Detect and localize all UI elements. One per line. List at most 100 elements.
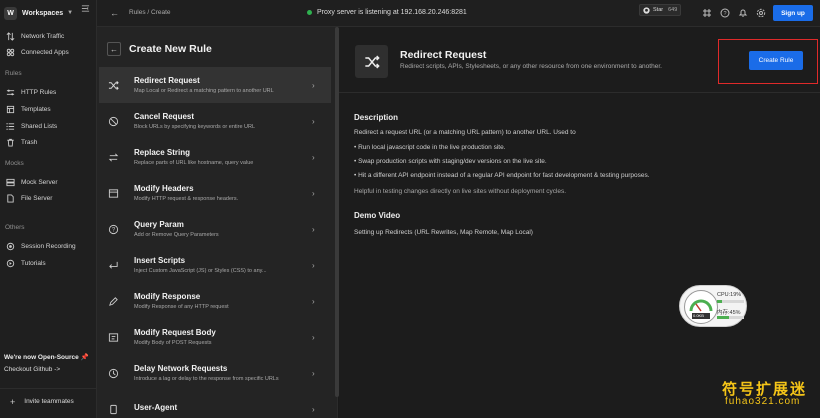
rule-name: Query Param	[134, 220, 184, 229]
shuffle-icon	[107, 79, 119, 91]
rule-desc: Block URLs by specifying keywords or ent…	[134, 124, 256, 130]
pin-icon: 📌	[80, 354, 89, 361]
chevron-right-icon: ›	[312, 332, 315, 342]
rule-name: User-Agent	[134, 403, 178, 412]
notification-icon[interactable]	[738, 8, 748, 18]
rule-item-modify-response[interactable]: Modify Response Modify Response of any HT…	[99, 283, 331, 319]
bullet-text: Hit a different API endpoint instead of …	[358, 172, 650, 179]
cpu-bar	[717, 300, 744, 303]
record-icon	[6, 242, 15, 251]
help-icon[interactable]: ?	[720, 8, 730, 18]
tutorial-icon	[6, 259, 15, 268]
checkout-github-link[interactable]: Checkout Github ->	[4, 366, 60, 373]
create-rule-button[interactable]: Create Rule	[749, 51, 803, 70]
block-icon	[107, 115, 119, 127]
shuffle-icon	[355, 45, 388, 78]
svg-text:?: ?	[723, 11, 726, 17]
rule-item-insert-scripts[interactable]: Insert Scripts Inject Custom JavaScript (…	[99, 247, 331, 283]
plus-icon: +	[10, 396, 16, 407]
bullet-text: Swap production scripts with staging/dev…	[358, 158, 547, 165]
template-icon	[6, 105, 15, 114]
status-dot-icon	[307, 10, 312, 15]
collapse-sidebar-icon[interactable]	[81, 4, 90, 13]
rule-item-user-agent[interactable]: User-Agent ›	[99, 391, 331, 418]
rule-desc: Map Local or Redirect a matching pattern…	[134, 88, 274, 94]
sidebar-item-label: Connected Apps	[21, 48, 69, 56]
back-arrow-icon[interactable]: ←	[110, 8, 119, 18]
detail-header: Redirect Request Redirect scripts, APIs,…	[339, 27, 820, 93]
star-label: Star	[653, 7, 664, 13]
rule-item-delay-network-requests[interactable]: Delay Network Requests Introduce a lag or…	[99, 355, 331, 391]
sidebar-item-label: File Server	[21, 194, 53, 202]
server-icon	[6, 178, 15, 187]
rule-name: Replace String	[134, 148, 191, 157]
gear-icon[interactable]	[756, 8, 766, 18]
rule-item-cancel-request[interactable]: Cancel Request Block URLs by specifying k…	[99, 103, 331, 139]
rule-desc: Inject Custom JavaScript (JS) or Styles …	[134, 268, 267, 274]
arrows-updown-icon	[6, 31, 15, 41]
demo-video-link[interactable]: Setting up Redirects (URL Rewrites, Map …	[354, 229, 533, 236]
rule-item-modify-request-body[interactable]: Modify Request Body Modify Body of POST R…	[99, 319, 331, 355]
list-icon	[6, 122, 15, 131]
code-icon	[107, 331, 119, 343]
rule-name: Insert Scripts	[134, 256, 186, 265]
cpu-bar-fill	[717, 300, 723, 303]
rule-item-modify-headers[interactable]: Modify Headers Modify HTTP request & resp…	[99, 175, 331, 211]
rule-item-redirect-request[interactable]: Redirect Request Map Local or Redirect a …	[99, 67, 331, 103]
pencil-icon	[107, 295, 119, 307]
sidebar-item-label: Shared Lists	[21, 122, 58, 130]
bullet-item: • Hit a different API endpoint instead o…	[354, 172, 650, 179]
sidebar-item-mock-server[interactable]: Mock Server	[6, 176, 57, 188]
workspace-badge: W	[4, 6, 17, 20]
window-icon	[107, 187, 119, 199]
sidebar-item-label: Session Recording	[21, 242, 76, 250]
open-source-text: We're now Open-Source	[4, 354, 79, 361]
sidebar-item-templates[interactable]: Templates	[6, 103, 51, 115]
invite-teammates-button[interactable]: + Invite teammates	[0, 388, 97, 414]
file-icon	[6, 193, 15, 203]
speed-label: 0.0KB	[693, 313, 704, 318]
slack-icon[interactable]	[702, 8, 712, 18]
invite-label: Invite teammates	[24, 398, 74, 405]
rule-desc: Modify HTTP request & response headers.	[134, 196, 239, 202]
sidebar-item-tutorials[interactable]: Tutorials	[6, 257, 46, 269]
sidebar-item-network-traffic[interactable]: Network Traffic	[6, 30, 64, 42]
device-icon	[107, 403, 119, 415]
github-star-button[interactable]: Star 649	[639, 4, 681, 16]
cpu-label: CPU:19%	[717, 292, 742, 298]
rule-desc: Modify Response of any HTTP request	[134, 304, 229, 310]
rule-name: Modify Response	[134, 292, 201, 301]
breadcrumb: Rules / Create	[129, 9, 171, 16]
sidebar-item-connected-apps[interactable]: Connected Apps	[6, 46, 69, 58]
top-bar: ← Rules / Create Proxy server is listeni…	[97, 0, 820, 27]
back-button[interactable]: ←	[107, 42, 121, 56]
rules-icon	[6, 88, 15, 97]
chevron-right-icon: ›	[312, 152, 315, 162]
apps-icon	[6, 48, 15, 57]
system-monitor-widget[interactable]: 0.0KB CPU:19% 内存:45%	[679, 285, 747, 327]
sign-up-button[interactable]: Sign up	[773, 5, 813, 21]
clock-icon	[107, 367, 119, 379]
chevron-down-icon: ▼	[67, 10, 74, 16]
sidebar-item-shared-lists[interactable]: Shared Lists	[6, 120, 57, 132]
demo-video-heading: Demo Video	[354, 211, 401, 220]
detail-title: Redirect Request	[400, 49, 487, 61]
chevron-right-icon: ›	[312, 368, 315, 378]
rule-item-query-param[interactable]: ? Query Param Add or Remove Query Paramet…	[99, 211, 331, 247]
rule-item-replace-string[interactable]: Replace String Replace parts of URL like …	[99, 139, 331, 175]
rule-desc: Replace parts of URL like hostname, quer…	[134, 160, 254, 166]
rule-name: Redirect Request	[134, 76, 200, 85]
rule-name: Modify Headers	[134, 184, 194, 193]
workspace-label: Workspaces	[22, 9, 64, 17]
panel-title: Create New Rule	[129, 43, 212, 55]
sidebar-item-file-server[interactable]: File Server	[6, 192, 52, 204]
sidebar-item-trash[interactable]: Trash	[6, 136, 37, 148]
sidebar-item-http-rules[interactable]: HTTP Rules	[6, 86, 56, 98]
sidebar-item-session-recording[interactable]: Session Recording	[6, 240, 76, 252]
watermark-url: fuhao321.com	[725, 396, 801, 407]
bullet-item: • Swap production scripts with staging/d…	[354, 158, 547, 165]
rule-desc: Modify Body of POST Requests	[134, 340, 212, 346]
sidebar-item-label: Tutorials	[21, 259, 46, 267]
gauge-icon: 0.0KB	[684, 290, 718, 324]
memory-label: 内存:45%	[717, 310, 741, 316]
